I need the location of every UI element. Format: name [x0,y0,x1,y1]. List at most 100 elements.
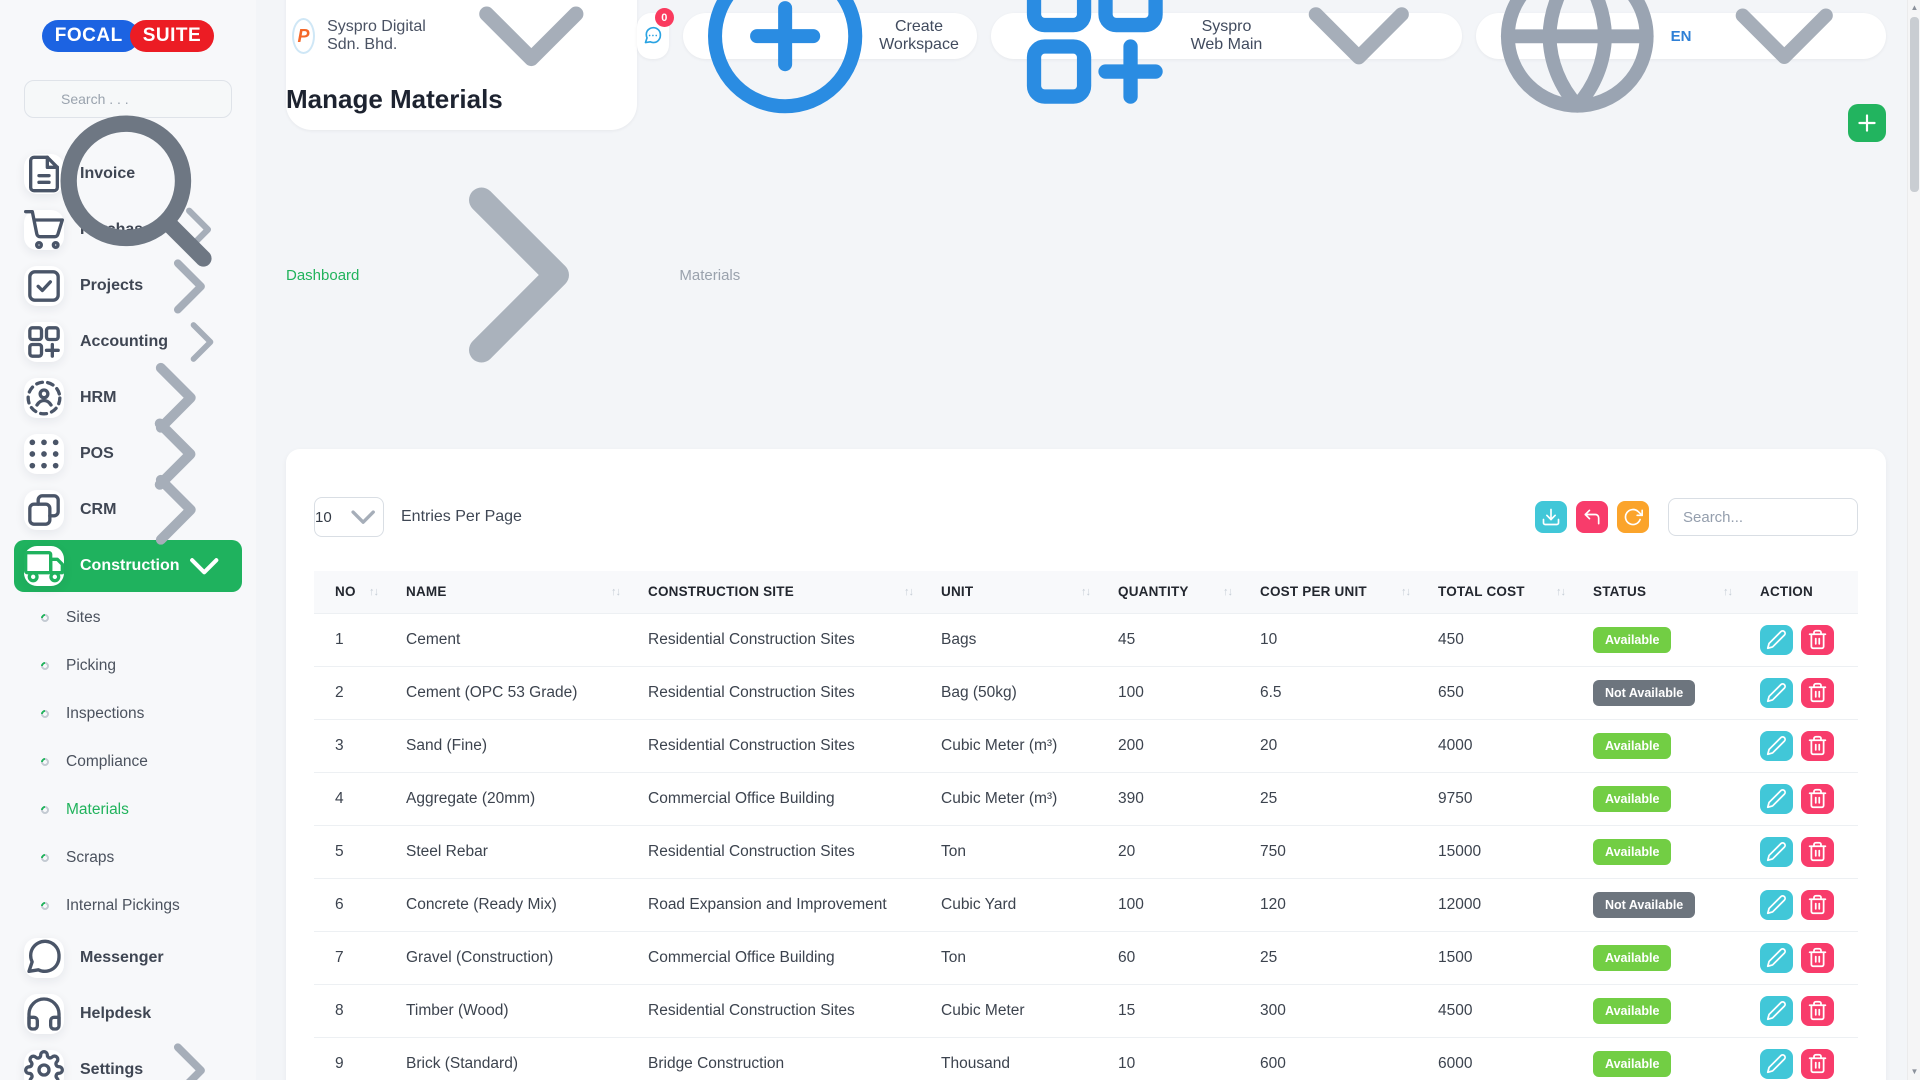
sort-icon: ↑↓ [611,586,620,598]
sidebar-subitem-inspections[interactable]: Inspections [0,690,256,738]
entries-per-page-select[interactable]: 10 [314,497,384,537]
cell-name: Cement [406,613,648,666]
column-header[interactable]: NO↑↓ [314,571,406,613]
chat-icon [24,938,64,978]
language-selector[interactable]: EN [1476,13,1886,59]
gear-icon [24,1050,64,1080]
undo-button[interactable] [1576,501,1608,533]
pencil-icon [1766,682,1787,703]
sidebar-item-messenger[interactable]: Messenger [0,930,256,986]
sort-icon: ↑↓ [1401,586,1410,598]
chevron-down-icon [343,497,383,537]
sidebar-subitem-internal-pickings[interactable]: Internal Pickings [0,882,256,930]
column-header[interactable]: UNIT↑↓ [941,571,1118,613]
delete-button[interactable] [1801,996,1834,1026]
column-header[interactable]: COST PER UNIT↑↓ [1260,571,1438,613]
circle-icon [39,708,50,719]
sidebar-subitem-picking[interactable]: Picking [0,642,256,690]
sort-icon: ↑↓ [369,586,378,598]
cell-no: 5 [314,825,406,878]
entries-per-page-label: Entries Per Page [401,508,522,526]
edit-button[interactable] [1760,996,1793,1026]
scroll-up-arrow[interactable]: ▲ [1908,3,1920,13]
cell-name: Timber (Wood) [406,984,648,1037]
delete-button[interactable] [1801,625,1834,655]
cell-construction-site: Residential Construction Sites [648,719,941,772]
column-header[interactable]: STATUS↑↓ [1593,571,1760,613]
cell-cost-per-unit: 25 [1260,772,1438,825]
edit-button[interactable] [1760,943,1793,973]
scrollbar[interactable]: ▲ ▼ [1907,0,1920,1080]
column-header[interactable]: TOTAL COST↑↓ [1438,571,1593,613]
cell-unit: Cubic Meter (m³) [941,772,1118,825]
page-header: Manage Materials Dashboard Materials [286,84,1886,425]
edit-button[interactable] [1760,890,1793,920]
sidebar-item-settings[interactable]: Settings [0,1042,256,1080]
sidebar-subitem-sites[interactable]: Sites [0,594,256,642]
table-row: 6Concrete (Ready Mix)Road Expansion and … [314,878,1858,931]
edit-button[interactable] [1760,625,1793,655]
cell-quantity: 390 [1118,772,1260,825]
export-button[interactable] [1535,501,1567,533]
cell-no: 9 [314,1037,406,1080]
breadcrumb-dashboard-link[interactable]: Dashboard [286,267,359,284]
circle-icon [39,804,50,815]
cell-construction-site: Commercial Office Building [648,931,941,984]
cell-name: Concrete (Ready Mix) [406,878,648,931]
search-icon [36,91,232,292]
status-badge: Available [1593,733,1671,759]
column-header[interactable]: QUANTITY↑↓ [1118,571,1260,613]
grid-plus-icon [24,322,64,362]
sidebar-subitem-compliance[interactable]: Compliance [0,738,256,786]
edit-button[interactable] [1760,731,1793,761]
cell-action [1760,719,1858,772]
status-badge: Available [1593,839,1671,865]
scroll-down-arrow[interactable]: ▼ [1908,1067,1920,1077]
sidebar-subitem-materials[interactable]: Materials [0,786,256,834]
app-logo: FOCAL SUITE [0,20,256,52]
cell-cost-per-unit: 25 [1260,931,1438,984]
delete-button[interactable] [1801,890,1834,920]
cell-name: Aggregate (20mm) [406,772,648,825]
cell-action [1760,613,1858,666]
delete-button[interactable] [1801,943,1834,973]
logo-suite: SUITE [130,20,214,52]
add-material-button[interactable] [1848,104,1886,142]
materials-table-body: 1CementResidential Construction SitesBag… [314,613,1858,1080]
messages-button[interactable]: 0 [637,13,669,59]
workspace-menu-dropdown[interactable]: Syspro Web Main [991,13,1462,59]
circle-icon [39,900,50,911]
create-workspace-button[interactable]: Create Workspace [683,13,977,59]
cell-cost-per-unit: 120 [1260,878,1438,931]
sidebar-item-crm[interactable]: CRM [0,482,256,538]
cell-cost-per-unit: 750 [1260,825,1438,878]
delete-button[interactable] [1801,837,1834,867]
edit-button[interactable] [1760,837,1793,867]
cell-unit: Thousand [941,1037,1118,1080]
delete-button[interactable] [1801,784,1834,814]
scrollbar-thumb[interactable] [1910,17,1919,192]
sidebar-subitem-scraps[interactable]: Scraps [0,834,256,882]
dots-icon [24,434,64,474]
cell-action [1760,984,1858,1037]
cell-total-cost: 9750 [1438,772,1593,825]
cell-status: Available [1593,772,1760,825]
main-area: P Syspro Digital Sdn. Bhd. 0 Create Work… [256,0,1920,1080]
cell-unit: Cubic Meter (m³) [941,719,1118,772]
edit-button[interactable] [1760,784,1793,814]
cell-quantity: 100 [1118,666,1260,719]
column-header[interactable]: NAME↑↓ [406,571,648,613]
sidebar: FOCAL SUITE InvoicePurchasesProjectsAcco… [0,0,256,1080]
copy-icon [24,490,64,530]
column-header[interactable]: CONSTRUCTION SITE↑↓ [648,571,941,613]
table-row: 2Cement (OPC 53 Grade)Residential Constr… [314,666,1858,719]
chat-icon [643,26,663,46]
table-search-input[interactable] [1668,498,1858,536]
app-window: FOCAL SUITE InvoicePurchasesProjectsAcco… [0,0,1920,1080]
pencil-icon [1766,894,1787,915]
cell-status: Available [1593,984,1760,1037]
edit-button[interactable] [1760,678,1793,708]
refresh-button[interactable] [1617,501,1649,533]
delete-button[interactable] [1801,678,1834,708]
delete-button[interactable] [1801,731,1834,761]
